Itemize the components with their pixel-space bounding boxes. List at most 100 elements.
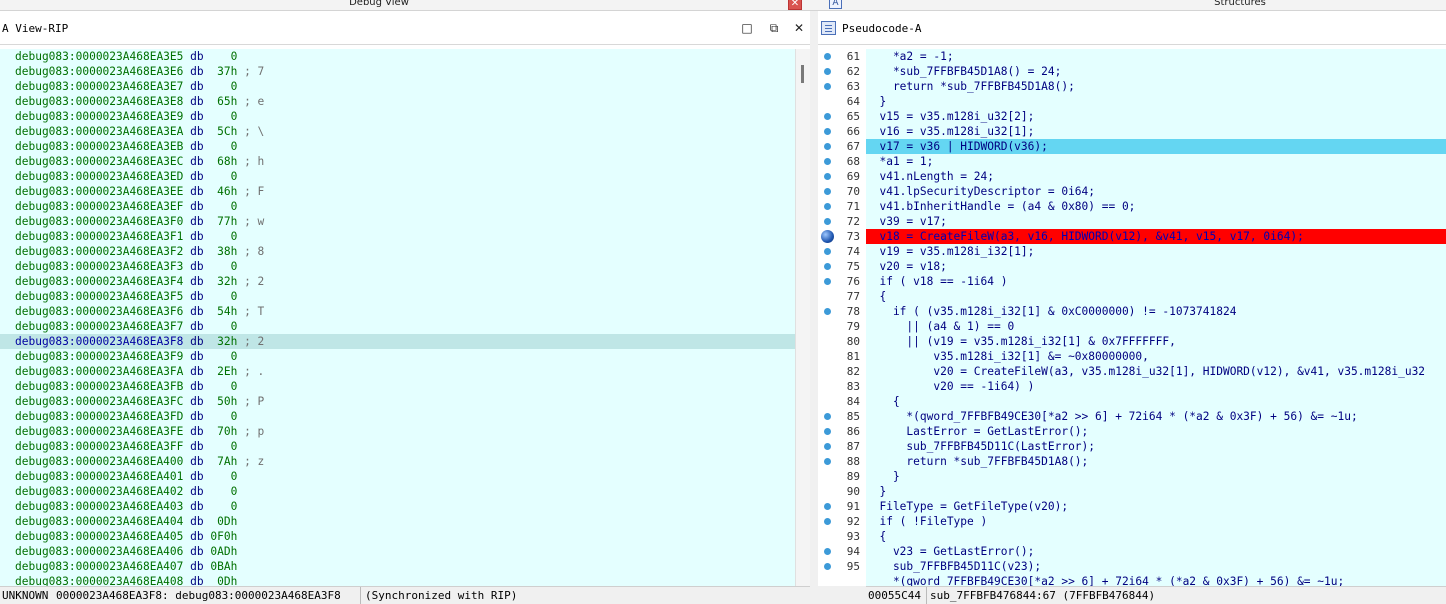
executable-line-dot-icon[interactable] <box>824 413 831 420</box>
code-line[interactable]: *a1 = 1; <box>866 154 1446 169</box>
listing-row[interactable]: debug083:0000023A468EA403 db 0 <box>0 499 795 514</box>
gutter-row[interactable]: 78 <box>818 304 866 319</box>
code-line[interactable]: *sub_7FFBFB45D1A8() = 24; <box>866 64 1446 79</box>
executable-line-dot-icon[interactable] <box>824 308 831 315</box>
executable-line-dot-icon[interactable] <box>824 83 831 90</box>
listing-row[interactable]: debug083:0000023A468EA401 db 0 <box>0 469 795 484</box>
listing-row[interactable]: debug083:0000023A468EA3F3 db 0 <box>0 259 795 274</box>
code-line[interactable]: v15 = v35.m128i_u32[2]; <box>866 109 1446 124</box>
gutter-row[interactable]: 73 <box>818 229 866 244</box>
code-line[interactable]: return *sub_7FFBFB45D1A8(); <box>866 454 1446 469</box>
listing-row[interactable]: debug083:0000023A468EA3E7 db 0 <box>0 79 795 94</box>
code-line[interactable]: { <box>866 289 1446 304</box>
gutter-row[interactable]: 79 <box>818 319 866 334</box>
executable-line-dot-icon[interactable] <box>824 248 831 255</box>
code-line[interactable]: { <box>866 529 1446 544</box>
gutter-row[interactable]: 71 <box>818 199 866 214</box>
gutter-row[interactable]: 63 <box>818 79 866 94</box>
executable-line-dot-icon[interactable] <box>824 53 831 60</box>
listing-scrollbar[interactable] <box>795 49 810 590</box>
executable-line-dot-icon[interactable] <box>824 428 831 435</box>
gutter-row[interactable]: 88 <box>818 454 866 469</box>
pane-splitter[interactable] <box>810 11 818 604</box>
listing-row[interactable]: debug083:0000023A468EA402 db 0 <box>0 484 795 499</box>
code-line[interactable]: v41.bInheritHandle = (a4 & 0x80) == 0; <box>866 199 1446 214</box>
gutter-row[interactable]: 66 <box>818 124 866 139</box>
close-debug-view-icon[interactable]: ✕ <box>788 0 802 10</box>
listing-row[interactable]: debug083:0000023A468EA3FD db 0 <box>0 409 795 424</box>
executable-line-dot-icon[interactable] <box>824 518 831 525</box>
code-line[interactable]: v20 = v18; <box>866 259 1446 274</box>
listing-row[interactable]: debug083:0000023A468EA3F4 db 32h ; 2 <box>0 274 795 289</box>
code-line[interactable]: || (a4 & 1) == 0 <box>866 319 1446 334</box>
executable-line-dot-icon[interactable] <box>824 68 831 75</box>
code-line[interactable]: v20 == -1i64) ) <box>866 379 1446 394</box>
gutter-row[interactable]: 87 <box>818 439 866 454</box>
executable-line-dot-icon[interactable] <box>824 218 831 225</box>
code-line[interactable]: } <box>866 469 1446 484</box>
executable-line-dot-icon[interactable] <box>824 188 831 195</box>
gutter-row[interactable]: 64 <box>818 94 866 109</box>
gutter-row[interactable]: 72 <box>818 214 866 229</box>
gutter-row[interactable]: 84 <box>818 394 866 409</box>
gutter-row[interactable]: 68 <box>818 154 866 169</box>
pseudocode-title[interactable]: Pseudocode-A <box>842 22 921 35</box>
listing-row[interactable]: debug083:0000023A468EA3FA db 2Eh ; . <box>0 364 795 379</box>
listing-row[interactable]: debug083:0000023A468EA3E9 db 0 <box>0 109 795 124</box>
restore-icon[interactable]: ⧉ <box>767 22 781 36</box>
code-line[interactable]: sub_7FFBFB45D11C(v23); <box>866 559 1446 574</box>
gutter-row[interactable]: 62 <box>818 64 866 79</box>
code-line[interactable]: if ( !FileType ) <box>866 514 1446 529</box>
gutter-row[interactable]: 65 <box>818 109 866 124</box>
code-line[interactable]: sub_7FFBFB45D11C(LastError); <box>866 439 1446 454</box>
listing-row[interactable]: debug083:0000023A468EA407 db 0BAh <box>0 559 795 574</box>
structures-icon[interactable]: A <box>829 0 842 9</box>
listing-row[interactable]: debug083:0000023A468EA3F8 db 32h ; 2 <box>0 334 795 349</box>
executable-line-dot-icon[interactable] <box>824 503 831 510</box>
listing-row[interactable]: debug083:0000023A468EA3E6 db 37h ; 7 <box>0 64 795 79</box>
breakpoint-icon[interactable] <box>821 230 834 243</box>
listing-row[interactable]: debug083:0000023A468EA3E5 db 0 <box>0 49 795 64</box>
line-number-gutter[interactable]: 61 62 63 64 65 66 67 68 69 70 71 72 73 74 75 76 77 78 79 80… <box>818 49 866 590</box>
gutter-row[interactable]: 86 <box>818 424 866 439</box>
listing-row[interactable]: debug083:0000023A468EA3FC db 50h ; P <box>0 394 795 409</box>
code-line[interactable]: return *sub_7FFBFB45D1A8(); <box>866 79 1446 94</box>
code-line[interactable]: LastError = GetLastError(); <box>866 424 1446 439</box>
gutter-row[interactable]: 83 <box>818 379 866 394</box>
executable-line-dot-icon[interactable] <box>824 143 831 150</box>
listing-row[interactable]: debug083:0000023A468EA3F0 db 77h ; w <box>0 214 795 229</box>
scrollbar-thumb[interactable] <box>801 65 804 83</box>
listing-row[interactable]: debug083:0000023A468EA3F2 db 38h ; 8 <box>0 244 795 259</box>
gutter-row[interactable]: 85 <box>818 409 866 424</box>
code-line[interactable]: v20 = CreateFileW(a3, v35.m128i_u32[1], … <box>866 364 1446 379</box>
gutter-row[interactable]: 75 <box>818 259 866 274</box>
gutter-row[interactable]: 92 <box>818 514 866 529</box>
listing-row[interactable]: debug083:0000023A468EA406 db 0ADh <box>0 544 795 559</box>
gutter-row[interactable]: 61 <box>818 49 866 64</box>
listing-row[interactable]: debug083:0000023A468EA3F6 db 54h ; T <box>0 304 795 319</box>
gutter-row[interactable]: 91 <box>818 499 866 514</box>
close-icon[interactable]: ✕ <box>792 22 806 36</box>
code-line[interactable]: *(qword_7FFBFB49CE30[*a2 >> 6] + 72i64 *… <box>866 409 1446 424</box>
gutter-row[interactable]: 90 <box>818 484 866 499</box>
code-line[interactable]: v41.nLength = 24; <box>866 169 1446 184</box>
gutter-row[interactable]: 94 <box>818 544 866 559</box>
listing-row[interactable]: debug083:0000023A468EA3F1 db 0 <box>0 229 795 244</box>
code-line[interactable]: v19 = v35.m128i_i32[1]; <box>866 244 1446 259</box>
listing-row[interactable]: debug083:0000023A468EA3F9 db 0 <box>0 349 795 364</box>
listing-row[interactable]: debug083:0000023A468EA405 db 0F0h <box>0 529 795 544</box>
executable-line-dot-icon[interactable] <box>824 278 831 285</box>
listing-row[interactable]: debug083:0000023A468EA3EA db 5Ch ; \ <box>0 124 795 139</box>
executable-line-dot-icon[interactable] <box>824 113 831 120</box>
code-line[interactable]: *a2 = -1; <box>866 49 1446 64</box>
code-line[interactable]: v23 = GetLastError(); <box>866 544 1446 559</box>
code-line[interactable]: || (v19 = v35.m128i_i32[1] & 0x7FFFFFFF, <box>866 334 1446 349</box>
code-line[interactable]: v16 = v35.m128i_u32[1]; <box>866 124 1446 139</box>
gutter-row[interactable]: 93 <box>818 529 866 544</box>
gutter-row[interactable]: 80 <box>818 334 866 349</box>
gutter-row[interactable]: 69 <box>818 169 866 184</box>
listing-row[interactable]: debug083:0000023A468EA3FE db 70h ; p <box>0 424 795 439</box>
code-line[interactable]: v35.m128i_i32[1] &= ~0x80000000, <box>866 349 1446 364</box>
listing-row[interactable]: debug083:0000023A468EA3E8 db 65h ; e <box>0 94 795 109</box>
code-line[interactable]: v17 = v36 | HIDWORD(v36); <box>866 139 1446 154</box>
